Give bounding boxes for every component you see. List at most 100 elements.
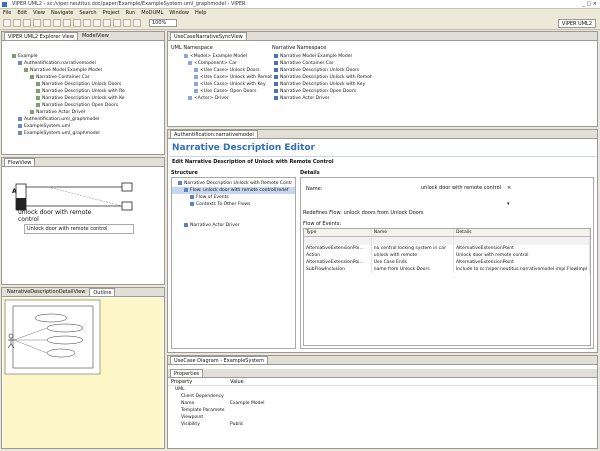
sync-list-item[interactable]: Narrative Description Open Doors xyxy=(272,88,392,95)
tree-item-label: Example xyxy=(18,54,38,59)
new-icon[interactable] xyxy=(3,19,11,27)
menu-window[interactable]: Window xyxy=(169,10,189,16)
menu-search[interactable]: Search xyxy=(79,10,96,16)
explorer-tree: Example Authentification.narrativemodel Na… xyxy=(2,41,164,137)
cut-icon[interactable] xyxy=(33,19,41,27)
main-toolbar: 100% xyxy=(0,17,600,30)
sync-list-item[interactable]: <Use Case> Unlock Doors xyxy=(174,67,274,74)
uml-namespace-header: UML Namespace xyxy=(171,45,213,51)
tab-sync[interactable]: UseCaseNarrativeSyncView xyxy=(170,32,247,40)
tab-editor[interactable]: Authentification.narrativemodel xyxy=(170,130,258,138)
sync-list-item[interactable]: <Use Case> Open Doors xyxy=(174,88,274,95)
property-row[interactable]: Template Paramete xyxy=(168,407,597,414)
sync-list-item[interactable]: Narrative Description Unlock Doors xyxy=(272,67,392,74)
menu-edit[interactable]: Edit xyxy=(17,10,27,16)
tab-outline[interactable]: Outline xyxy=(89,288,116,296)
sync-list-item[interactable]: Narrative Actor Driver xyxy=(272,95,392,102)
menu-run[interactable]: Run xyxy=(126,10,136,16)
debug-icon[interactable] xyxy=(123,19,131,27)
property-name: Viewpoint xyxy=(181,415,204,420)
sync-list-item[interactable]: <Actor> Driver xyxy=(174,95,274,102)
explorer-tree-item[interactable]: Narrative Model Example Model xyxy=(2,67,164,74)
clear-name-icon[interactable]: × xyxy=(507,185,511,191)
tab-usecase-diagram[interactable]: UseCase Diagram - ExampleSystem xyxy=(170,356,268,364)
column-details[interactable]: Details xyxy=(453,229,590,237)
scroll-down-icon[interactable]: ▾ xyxy=(507,201,510,207)
tree-item-label: Authentification.narrativemodel xyxy=(24,61,96,66)
menu-navigate[interactable]: Navigate xyxy=(51,10,73,16)
explorer-tree-item[interactable]: ExampleSystem.uml_graphmodel xyxy=(2,130,164,137)
font-icon[interactable] xyxy=(83,19,91,27)
explorer-tree-item[interactable]: Narrative Description Unlock Doors xyxy=(2,81,164,88)
structure-item[interactable]: Narrative Actor Driver xyxy=(172,222,295,229)
undo-icon[interactable] xyxy=(63,19,71,27)
table-row[interactable]: SubFlowInclusion name from Unlock Doors In… xyxy=(304,265,590,273)
structure-item[interactable]: Flow: unlock door with remote control(re… xyxy=(172,187,295,194)
explorer-tree-item[interactable]: Authentification.uml_graphmodel xyxy=(2,116,164,123)
menu-moduml[interactable]: MoDUML xyxy=(141,10,163,16)
tab-flowview[interactable]: FlowView xyxy=(4,158,36,166)
menu-bar: File Edit View Navigate Search Project R… xyxy=(0,9,600,17)
property-row[interactable]: UML xyxy=(168,386,597,393)
sync-list-item[interactable]: Narrative Container Car xyxy=(272,60,392,67)
name-field[interactable]: unlock door with remote control xyxy=(419,185,519,193)
print-icon[interactable] xyxy=(23,19,31,27)
table-row[interactable]: AlternativeExtensionPoi... Use Case Ends A… xyxy=(304,258,590,266)
structure-item[interactable]: Flow of Events xyxy=(172,194,295,201)
sync-item-label: Narrative Description Unlock with Key xyxy=(280,82,366,87)
table-row[interactable]: AlternativeExtensionPoi... no central loc… xyxy=(304,244,590,252)
sync-list-item[interactable]: Narrative Description Unlock with Remot xyxy=(272,74,392,81)
explorer-tree-item[interactable]: Narrative Container Car xyxy=(2,74,164,81)
run-icon[interactable] xyxy=(133,19,141,27)
zoom-select[interactable]: 100% xyxy=(149,19,177,27)
sync-list-item[interactable]: Narrative Description Unlock with Key xyxy=(272,81,392,88)
explorer-tree-item[interactable]: Narrative Actor Driver xyxy=(2,109,164,116)
explorer-tree-item[interactable]: Example xyxy=(2,53,164,60)
explorer-tree-item[interactable]: Authentification.narrativemodel xyxy=(2,60,164,67)
property-row[interactable]: Viewpoint xyxy=(168,414,597,421)
property-row[interactable]: Name Example Model xyxy=(168,400,597,407)
sync-list-item[interactable]: <Model> Example Model xyxy=(174,53,274,60)
explorer-tree-item[interactable]: Narrative Description Open Doors xyxy=(2,102,164,109)
window-controls[interactable]: _ □ × xyxy=(582,1,597,7)
structure-item[interactable]: Contexts To Other Flows xyxy=(172,201,295,208)
tab-detailview[interactable]: NarrativeDescriptionDetailView xyxy=(4,288,88,296)
structure-item[interactable] xyxy=(172,215,295,222)
property-row[interactable]: Visibility Public xyxy=(168,421,597,428)
redo-icon[interactable] xyxy=(73,19,81,27)
sync-list-item[interactable]: <Use Case> Unlock with Remot xyxy=(174,74,274,81)
explorer-tree-item[interactable]: Narrative Description Unlock with Ke xyxy=(2,95,164,102)
structure-tree: Narrative Description Unlock with Remote… xyxy=(171,177,296,349)
table-row[interactable]: Action unlock with remote Unlock door with… xyxy=(304,251,590,259)
layout-icon[interactable] xyxy=(113,19,121,27)
explorer-tree-item[interactable]: Narrative Description Unlock with Re xyxy=(2,88,164,95)
properties-tabbar: Properties xyxy=(168,369,597,378)
narrative-editor: Authentification.narrativemodel Narrativ… xyxy=(167,129,598,353)
sync-list-item[interactable]: <Use Case> Unlock with Key xyxy=(174,81,274,88)
paste-icon[interactable] xyxy=(53,19,61,27)
menu-view[interactable]: View xyxy=(33,10,45,16)
menu-file[interactable]: File xyxy=(3,10,11,16)
explorer-tree-item[interactable]: ExampleSystem.uml xyxy=(2,123,164,130)
empty-cell xyxy=(304,236,372,245)
structure-item[interactable] xyxy=(172,208,295,215)
outline-tabbar: NarrativeDescriptionDetailView Outline xyxy=(2,288,164,297)
copy-icon[interactable] xyxy=(43,19,51,27)
column-type[interactable]: Type xyxy=(304,229,372,237)
sync-list-item[interactable]: <Component> Car xyxy=(174,60,274,67)
structure-item[interactable]: Narrative Description Unlock with Remote… xyxy=(172,180,295,187)
save-icon[interactable] xyxy=(13,19,21,27)
tab-properties[interactable]: Properties xyxy=(170,369,204,377)
flow-events-rows: AlternativeExtensionPoi... no central loc… xyxy=(304,236,590,273)
sync-list-item[interactable]: Narrative Model Example Model xyxy=(272,53,392,60)
tab-explorer[interactable]: VIPER UML2 Explorer View xyxy=(4,32,78,40)
namespace-element-icon xyxy=(274,95,278,100)
align-icon[interactable] xyxy=(93,19,101,27)
perspective-button[interactable]: VIPER UML2 xyxy=(557,19,596,28)
property-row[interactable]: Client Dependency xyxy=(168,393,597,400)
menu-help[interactable]: Help xyxy=(195,10,206,16)
column-name[interactable]: Name xyxy=(371,229,454,237)
menu-project[interactable]: Project xyxy=(103,10,120,16)
tab-modelview[interactable]: ModelView xyxy=(79,32,112,40)
color-icon[interactable] xyxy=(103,19,111,27)
